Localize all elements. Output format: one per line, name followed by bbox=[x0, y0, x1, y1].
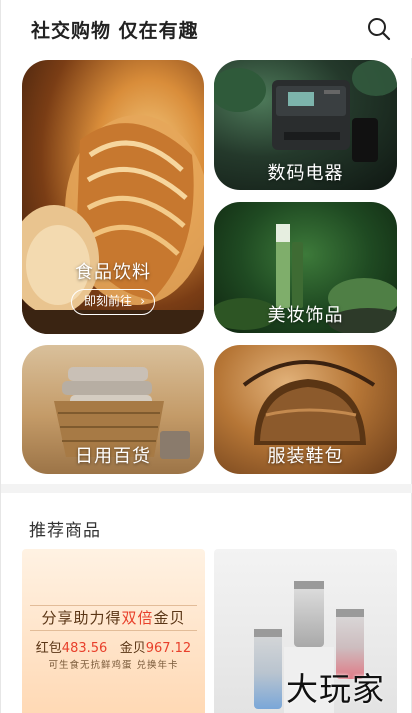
search-icon[interactable] bbox=[365, 15, 393, 43]
watermark-logo: 大玩家 bbox=[286, 670, 386, 708]
go-now-label: 即刻前往 bbox=[84, 294, 133, 308]
promo-title-a: 分享助力得 bbox=[41, 609, 122, 627]
hongbao-value: 483.56 bbox=[61, 641, 108, 656]
product-card-promo[interactable]: 分享助力得双倍金贝 红包483.56 金贝967.12 可生食无抗鲜鸡蛋 兑换年… bbox=[22, 549, 205, 713]
promo-note: 可生食无抗鲜鸡蛋 兑换年卡 bbox=[48, 660, 179, 671]
page-title: 社交购物 仅在有趣 bbox=[31, 20, 199, 42]
header: 社交购物 仅在有趣 bbox=[1, 0, 412, 58]
category-label-beauty: 美妆饰品 bbox=[267, 305, 344, 326]
section-divider bbox=[1, 484, 412, 493]
category-card-food[interactable]: 食品饮料 即刻前往 › bbox=[22, 60, 204, 334]
category-label-food: 食品饮料 bbox=[75, 262, 151, 283]
category-label-digital: 数码电器 bbox=[267, 163, 344, 184]
category-card-digital[interactable]: 数码电器 bbox=[214, 60, 397, 190]
category-label-daily: 日用百货 bbox=[75, 446, 151, 467]
promo-values: 红包483.56 金贝967.12 bbox=[22, 637, 205, 656]
jinbei-label: 金贝 bbox=[119, 641, 146, 656]
category-card-beauty[interactable]: 美妆饰品 bbox=[214, 202, 397, 333]
category-label-fashion: 服装鞋包 bbox=[267, 446, 344, 467]
app-frame: 社交购物 仅在有趣 食品饮料 即刻前往 › 数码电器 美妆饰品 日用百货 服装鞋… bbox=[0, 0, 412, 713]
recommend-title: 推荐商品 bbox=[29, 521, 101, 541]
category-card-fashion[interactable]: 服装鞋包 bbox=[214, 345, 397, 474]
category-card-daily[interactable]: 日用百货 bbox=[22, 345, 204, 474]
chevron-right-icon: › bbox=[140, 294, 145, 308]
promo-title-highlight: 双倍 bbox=[121, 609, 154, 627]
jinbei-value: 967.12 bbox=[145, 641, 192, 656]
hongbao-label: 红包 bbox=[35, 641, 62, 656]
go-now-button[interactable]: 即刻前往 › bbox=[71, 289, 155, 315]
promo-title-b: 金贝 bbox=[153, 609, 186, 627]
promo-title: 分享助力得双倍金贝 bbox=[30, 605, 197, 631]
